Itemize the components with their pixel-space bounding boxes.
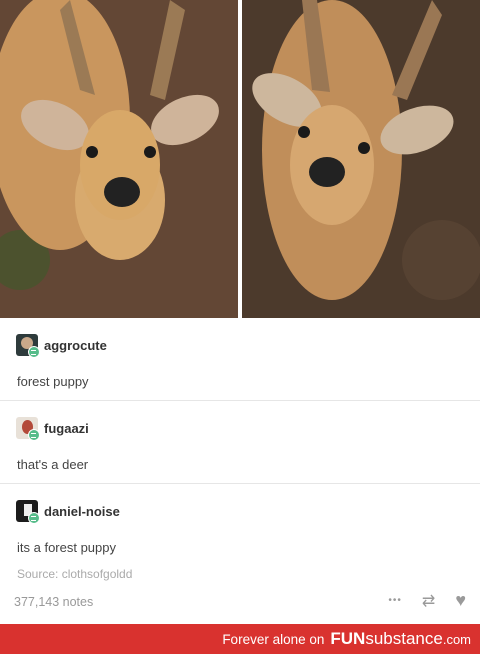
reblog-thread: aggrocute forest puppy fugaazi that's a …: [0, 318, 480, 566]
like-icon[interactable]: ♥: [455, 590, 466, 611]
reblog-text: forest puppy: [17, 374, 89, 389]
reblog-item: daniel-noise its a forest puppy: [0, 484, 480, 566]
watermark-brand-sub: substance: [365, 629, 443, 648]
reblog-username[interactable]: fugaazi: [44, 421, 89, 436]
reblog-badge-icon: [28, 512, 40, 524]
reblog-badge-icon: [28, 429, 40, 441]
reblog-item: fugaazi that's a deer: [0, 401, 480, 484]
watermark-banner: Forever alone on FUN substance .com: [0, 624, 480, 654]
reblog-username[interactable]: daniel-noise: [44, 504, 120, 519]
watermark-tagline: Forever alone on: [222, 631, 325, 647]
reblog-badge-icon: [28, 346, 40, 358]
notes-count[interactable]: 377,143 notes: [14, 595, 93, 609]
watermark-brand-domain: .com: [442, 631, 471, 647]
watermark-brand-fun: FUN: [330, 629, 366, 648]
reblog-icon[interactable]: ⇄: [422, 591, 435, 611]
deer-photo-right[interactable]: [242, 0, 480, 318]
reblog-text: that's a deer: [17, 457, 89, 472]
reblog-item: aggrocute forest puppy: [0, 318, 480, 401]
reblog-username[interactable]: aggrocute: [44, 338, 107, 353]
post-source[interactable]: Source: clothsofgoldd: [17, 567, 132, 581]
deer-photo-left[interactable]: [0, 0, 238, 318]
post-actions: ••• ⇄ ♥: [388, 590, 466, 611]
photo-set: [0, 0, 480, 318]
more-options-icon[interactable]: •••: [388, 595, 402, 606]
reblog-text: its a forest puppy: [17, 540, 116, 555]
